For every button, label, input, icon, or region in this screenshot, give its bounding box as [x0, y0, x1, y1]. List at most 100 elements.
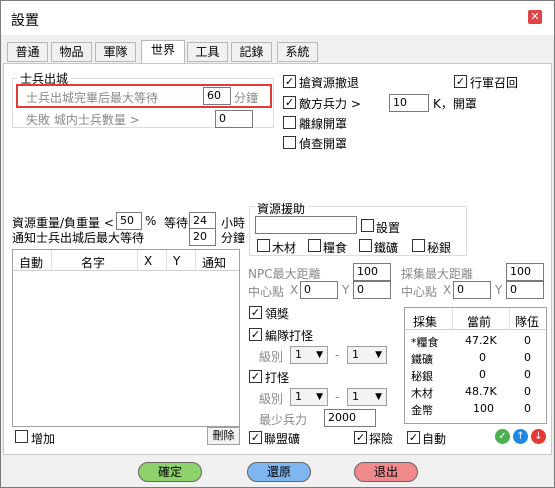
- npc-max-dist-input[interactable]: 100: [353, 263, 391, 281]
- divider: [51, 250, 52, 271]
- tab-tools[interactable]: 工具: [187, 42, 228, 62]
- row-name: *糧食: [411, 336, 439, 349]
- scout-shield-checkbox[interactable]: [283, 136, 296, 149]
- aid-wood-checkbox[interactable]: [257, 239, 270, 252]
- wait-input[interactable]: 60: [203, 87, 231, 105]
- gather-max-dist-label: 採集最大距離: [401, 267, 474, 281]
- min-force-label: 最少兵力: [259, 413, 308, 427]
- monster-level-to-select[interactable]: 1 ▼: [347, 388, 387, 406]
- league-mine-label: 聯盟礦: [264, 432, 301, 446]
- auto-table[interactable]: 自動 名字 X Y 通知: [12, 249, 240, 427]
- row-team: 0: [524, 385, 531, 398]
- tab-items[interactable]: 物品: [51, 42, 92, 62]
- gather-x-input[interactable]: 0: [453, 281, 491, 299]
- team-level-from-select[interactable]: 1 ▼: [290, 346, 328, 364]
- team-level-to-select[interactable]: 1 ▼: [347, 346, 387, 364]
- resource-weight-input[interactable]: 50: [116, 212, 142, 230]
- table-row[interactable]: *糧食 47.2K 0: [409, 334, 546, 351]
- table-row[interactable]: 木材 48.7K 0: [409, 385, 546, 402]
- table-row[interactable]: 鐵礦 0 0: [409, 351, 546, 368]
- team-monster-checkbox[interactable]: ✓: [249, 328, 262, 341]
- wait-hours-label: 等待: [164, 216, 189, 230]
- monster-level-label: 級別: [259, 392, 284, 406]
- row-current: 48.7K: [465, 385, 497, 398]
- percent-sign: %: [145, 214, 157, 228]
- wait-label: 士兵出城完畢后最大等待: [26, 91, 159, 105]
- col-notify[interactable]: 通知: [202, 254, 226, 271]
- auto-checkbox[interactable]: ✓: [407, 431, 420, 444]
- tab-records[interactable]: 記錄: [231, 42, 272, 62]
- row-name: 金幣: [411, 404, 433, 417]
- notify-unit: 分鐘: [221, 231, 246, 245]
- enemy-force-input[interactable]: 10: [389, 94, 429, 112]
- row-team: 0: [524, 351, 531, 364]
- npc-x-input[interactable]: 0: [300, 281, 338, 299]
- divider: [509, 308, 510, 330]
- aid-food-checkbox[interactable]: [308, 239, 321, 252]
- world-panel: 士兵出城 士兵出城完畢后最大等待 60 分鐘 失敗 城内士兵數量 > 0 ✓ 搶…: [3, 63, 552, 455]
- tab-normal[interactable]: 普通: [7, 42, 48, 62]
- aid-settings-checkbox[interactable]: [361, 219, 374, 232]
- tab-system[interactable]: 系統: [277, 42, 318, 62]
- col-team[interactable]: 隊伍: [515, 313, 539, 330]
- arrow-up-icon[interactable]: ↑: [513, 429, 528, 444]
- monster-checkbox[interactable]: ✓: [249, 370, 262, 383]
- tab-world[interactable]: 世界: [141, 40, 185, 63]
- npc-x-label: X: [290, 283, 299, 297]
- col-auto[interactable]: 自動: [19, 254, 43, 271]
- delete-button[interactable]: 刪除: [207, 427, 240, 445]
- explore-checkbox[interactable]: ✓: [354, 431, 367, 444]
- auto-table-header: 自動 名字 X Y 通知: [13, 250, 239, 271]
- col-x[interactable]: X: [144, 254, 152, 268]
- grab-resource-label: 搶資源撤退: [299, 76, 360, 90]
- march-recall-checkbox[interactable]: ✓: [454, 75, 467, 88]
- table-row[interactable]: 秘銀 0 0: [409, 368, 546, 385]
- chevron-down-icon: ▼: [375, 350, 382, 360]
- wait-unit: 分鐘: [234, 91, 259, 105]
- row-current: 0: [479, 351, 486, 364]
- npc-y-input[interactable]: 0: [353, 281, 391, 299]
- row-team: 0: [524, 368, 531, 381]
- team-monster-label: 編隊打怪: [265, 329, 314, 343]
- aid-title: 資源援助: [255, 200, 308, 217]
- notify-input[interactable]: 20: [189, 228, 216, 246]
- row-name: 木材: [411, 387, 433, 400]
- check-icon[interactable]: ✓: [495, 429, 510, 444]
- tab-army[interactable]: 軍隊: [95, 42, 136, 62]
- gather-table[interactable]: 採集 當前 隊伍 *糧食 47.2K 0 鐵礦 0 0 秘銀 0 0 木材 48…: [404, 307, 547, 424]
- chevron-down-icon: ▼: [375, 392, 382, 402]
- divider: [195, 250, 196, 271]
- aid-input[interactable]: [255, 216, 357, 234]
- restore-button[interactable]: 還原: [247, 462, 311, 482]
- arrow-down-icon[interactable]: ↓: [531, 429, 546, 444]
- col-name[interactable]: 名字: [81, 254, 105, 271]
- divider: [137, 250, 138, 271]
- ok-button[interactable]: 確定: [138, 462, 202, 482]
- enemy-force-checkbox[interactable]: ✓: [283, 96, 296, 109]
- close-button[interactable]: ✕: [528, 10, 542, 24]
- gather-y-input[interactable]: 0: [506, 281, 544, 299]
- add-checkbox[interactable]: [15, 430, 28, 443]
- min-force-input[interactable]: 2000: [324, 409, 376, 427]
- col-y[interactable]: Y: [173, 254, 180, 268]
- leave-shield-checkbox[interactable]: [283, 116, 296, 129]
- aid-wood-label: 木材: [272, 241, 297, 255]
- window-title: 設置: [11, 13, 39, 29]
- exit-button[interactable]: 退出: [354, 462, 418, 482]
- fail-input[interactable]: 0: [215, 110, 253, 128]
- league-mine-checkbox[interactable]: ✓: [249, 431, 262, 444]
- col-current[interactable]: 當前: [467, 313, 491, 330]
- reward-label: 領獎: [265, 307, 290, 321]
- gather-max-dist-input[interactable]: 100: [506, 263, 544, 281]
- table-row[interactable]: 金幣 100 0: [409, 402, 546, 419]
- grab-resource-checkbox[interactable]: ✓: [283, 75, 296, 88]
- gather-center-label: 中心點: [401, 285, 438, 299]
- gather-table-header: 採集 當前 隊伍: [405, 308, 546, 330]
- reward-checkbox[interactable]: ✓: [249, 306, 262, 319]
- monster-level-from-select[interactable]: 1 ▼: [290, 388, 328, 406]
- col-gather[interactable]: 採集: [413, 313, 437, 330]
- aid-mithril-checkbox[interactable]: [412, 239, 425, 252]
- aid-iron-checkbox[interactable]: [359, 239, 372, 252]
- enemy-force-label: 敵方兵力 >: [299, 97, 361, 111]
- aid-food-label: 糧食: [323, 241, 348, 255]
